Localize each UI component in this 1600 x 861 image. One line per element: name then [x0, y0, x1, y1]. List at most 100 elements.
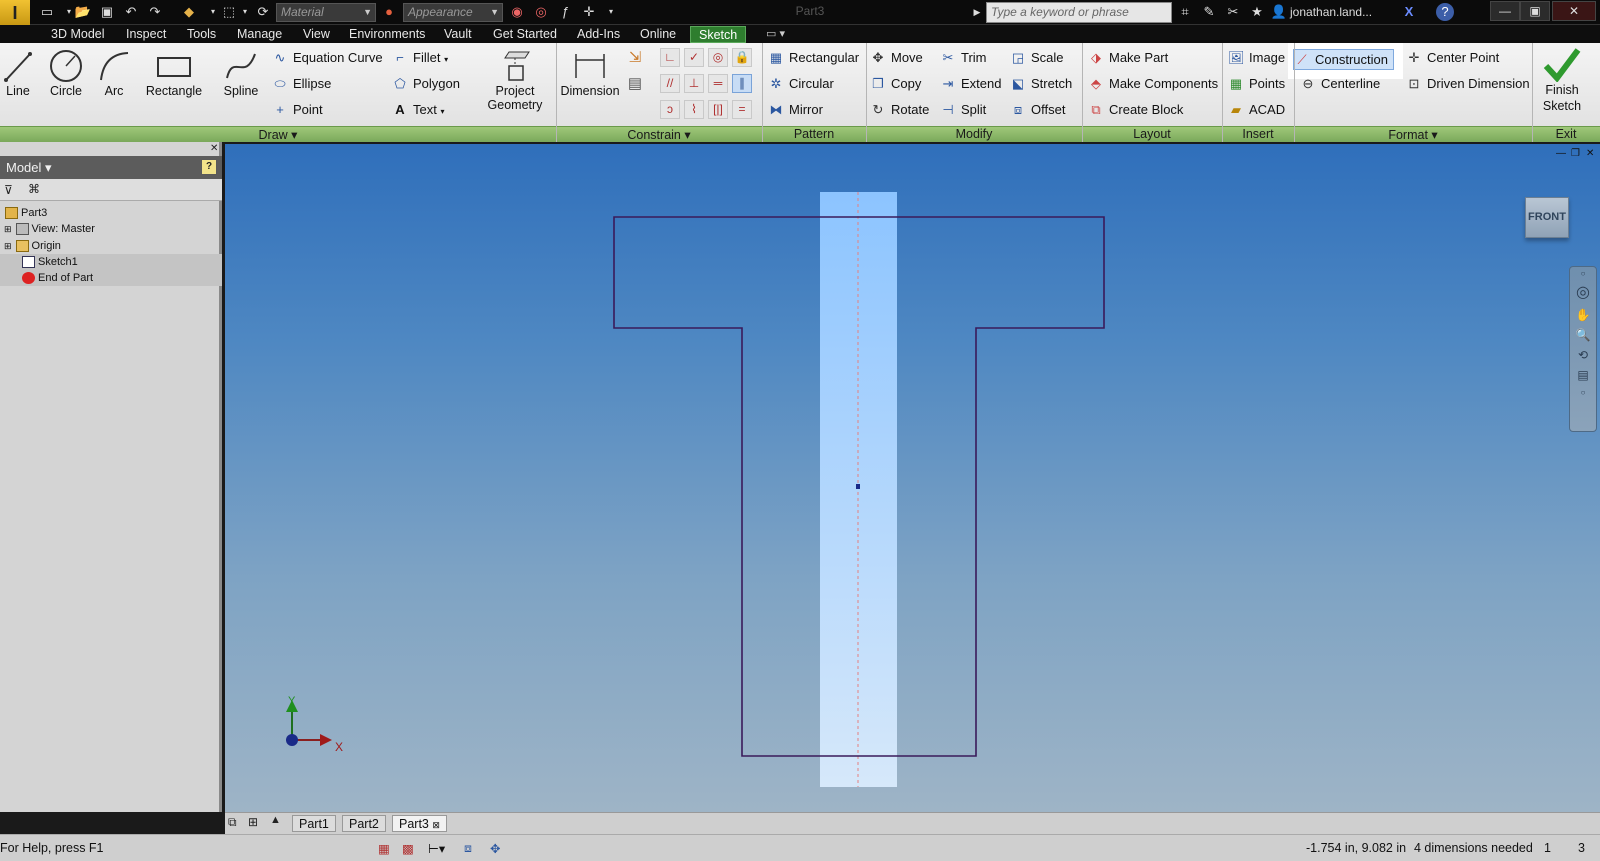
filter-icon[interactable]: ⊽ — [4, 183, 13, 197]
smooth-icon[interactable]: ⌇ — [684, 100, 704, 119]
vertical-icon[interactable]: ∥ — [732, 74, 752, 93]
dimension-button[interactable]: Dimension — [558, 48, 622, 98]
exchange-icon[interactable]: X — [1400, 3, 1418, 21]
appearance-combo[interactable]: Appearance ▼ — [403, 3, 503, 22]
measure-icon[interactable]: ✛ — [580, 4, 598, 20]
doc-tab-part1[interactable]: Part1 — [292, 815, 336, 832]
constraint-options-icon[interactable]: ▦ — [378, 841, 390, 856]
project-icon[interactable]: ◆ — [180, 4, 198, 20]
binoculars-icon[interactable]: ⌘ — [28, 182, 40, 196]
mirror-button[interactable]: ⧓ Mirror — [768, 100, 823, 120]
horizontal-icon[interactable]: ═ — [708, 74, 728, 93]
arc-button[interactable]: Arc — [94, 48, 134, 98]
tabs-menu-icon[interactable]: ▲ — [270, 814, 281, 826]
save-icon[interactable]: ▣ — [98, 4, 116, 20]
equal-icon[interactable]: = — [732, 100, 752, 119]
pan-icon[interactable]: ✋ — [1570, 308, 1596, 322]
fillet-button[interactable]: ⌐ Fillet ▾ — [392, 48, 448, 68]
fx-icon[interactable]: ƒ — [556, 4, 574, 20]
perpendicular-icon[interactable]: ⊥ — [684, 74, 704, 93]
viewcube[interactable]: FRONT — [1525, 197, 1569, 238]
tab-vault[interactable]: Vault — [444, 26, 472, 43]
binoculars-icon[interactable]: ⌗ — [1176, 3, 1194, 21]
minimize-button[interactable]: — — [1490, 1, 1520, 21]
panel-title-draw[interactable]: Draw ▾ — [0, 127, 556, 142]
center-point-button[interactable]: ✛ Center Point — [1406, 48, 1500, 68]
image-button[interactable]: 🖼 Image — [1228, 48, 1285, 68]
show-constraints-icon[interactable]: ▩ — [402, 841, 414, 856]
points-button[interactable]: ▦ Points — [1228, 74, 1285, 94]
stretch-button[interactable]: ⬕ Stretch — [1010, 74, 1072, 94]
auto-dimension-icon[interactable]: ⇲ — [624, 48, 646, 68]
copy-button[interactable]: ❐ Copy — [870, 74, 921, 94]
centerline-button[interactable]: ⊖ Centerline — [1300, 74, 1381, 94]
constraint-settings-icon[interactable]: ▤ — [624, 74, 646, 94]
sketch-point[interactable] — [856, 484, 860, 489]
tab-manage[interactable]: Manage — [237, 26, 282, 43]
trim-button[interactable]: ✂ Trim — [940, 48, 987, 68]
coincident-icon[interactable]: ∟ — [660, 48, 680, 67]
browser-help-icon[interactable]: ? — [201, 159, 217, 175]
scale-button[interactable]: ◲ Scale — [1010, 48, 1064, 68]
search-input[interactable]: Type a keyword or phrase — [986, 2, 1172, 23]
qat-dropdown-icon[interactable]: ▾ — [602, 4, 620, 20]
adjust-icon[interactable]: ◉ — [508, 4, 526, 20]
symmetric-icon[interactable]: [|] — [708, 100, 728, 119]
tab-3d-model[interactable]: 3D Model — [51, 26, 105, 43]
tile-icon[interactable]: ⊞ — [248, 815, 258, 829]
collinear-icon[interactable]: ✓ — [684, 48, 704, 67]
browser-close-icon[interactable]: ✕ — [210, 143, 218, 154]
equation-curve-button[interactable]: ∿ Equation Curve — [272, 48, 383, 68]
split-button[interactable]: ⊣ Split — [940, 100, 986, 120]
material-combo[interactable]: Material ▼ — [276, 3, 376, 22]
ribbon-options-icon[interactable]: ▭ ▾ — [766, 26, 785, 43]
tab-sketch[interactable]: Sketch — [690, 26, 747, 43]
tab-get-started[interactable]: Get Started — [493, 26, 557, 43]
panel-title-format[interactable]: Format ▾ — [1294, 127, 1532, 142]
fix-icon[interactable]: 🔒 — [732, 48, 752, 67]
spline-button[interactable]: Spline — [220, 48, 262, 98]
steering-wheel-icon[interactable]: ◎ — [1570, 282, 1596, 302]
tree-item-sketch1[interactable]: Sketch1 — [0, 254, 222, 270]
polygon-button[interactable]: ⬠ Polygon — [392, 74, 460, 94]
open-icon[interactable]: 📂 — [74, 4, 92, 20]
text-button[interactable]: A Text ▾ — [392, 100, 444, 120]
update-icon[interactable]: ⟳ — [254, 4, 272, 20]
wrench-icon[interactable]: ✎ — [1200, 3, 1218, 21]
zoom-icon[interactable]: 🔍 — [1570, 328, 1596, 342]
make-part-button[interactable]: ⬗ Make Part — [1088, 48, 1168, 68]
ellipse-button[interactable]: ⬭ Ellipse — [272, 74, 331, 94]
finish-sketch-button[interactable]: Finish Sketch — [1534, 46, 1590, 114]
user-icon[interactable]: 👤 — [1270, 3, 1288, 21]
rotate-button[interactable]: ↻ Rotate — [870, 100, 930, 120]
color-icon[interactable]: ● — [380, 4, 398, 20]
panel-title-constrain[interactable]: Constrain ▾ — [556, 127, 762, 142]
redo-icon[interactable]: ↷ — [146, 4, 164, 20]
help-icon[interactable]: ? — [1436, 3, 1454, 21]
rectangle-button[interactable]: Rectangle — [142, 48, 206, 98]
orbit-icon[interactable]: ⟲ — [1570, 348, 1596, 362]
search-arrow-icon[interactable]: ▶ — [968, 4, 986, 20]
tree-item-origin[interactable]: ⊞ Origin — [0, 238, 222, 254]
tree-item-view-master[interactable]: ⊞ View: Master — [0, 221, 222, 237]
create-block-button[interactable]: ⧉ Create Block — [1088, 100, 1183, 120]
show-dof-icon[interactable]: ✥ — [490, 841, 500, 856]
doc-tab-part2[interactable]: Part2 — [342, 815, 386, 832]
degrees-of-freedom-icon[interactable]: ⧈ — [464, 841, 472, 856]
move-button[interactable]: ✥ Move — [870, 48, 923, 68]
make-components-button[interactable]: ⬘ Make Components — [1088, 74, 1218, 94]
tab-inspect[interactable]: Inspect — [126, 26, 166, 43]
clear-icon[interactable]: ◎ — [532, 4, 550, 20]
star-icon[interactable]: ★ — [1248, 3, 1266, 21]
circle-button[interactable]: Circle — [44, 48, 88, 98]
tangent-icon[interactable]: ↄ — [660, 100, 680, 119]
construction-button[interactable]: ⟋ Construction — [1293, 49, 1394, 70]
undo-icon[interactable]: ↶ — [122, 4, 140, 20]
parallel-icon[interactable]: // — [660, 74, 680, 93]
tab-view[interactable]: View — [303, 26, 330, 43]
circular-pattern-button[interactable]: ✲ Circular — [768, 74, 834, 94]
cascade-icon[interactable]: ⧉ — [228, 815, 237, 830]
navbar-options-icon[interactable]: ○ — [1570, 388, 1596, 397]
select-dropdown-icon[interactable]: ▾ — [236, 4, 254, 20]
sketch-canvas[interactable] — [225, 144, 1600, 812]
